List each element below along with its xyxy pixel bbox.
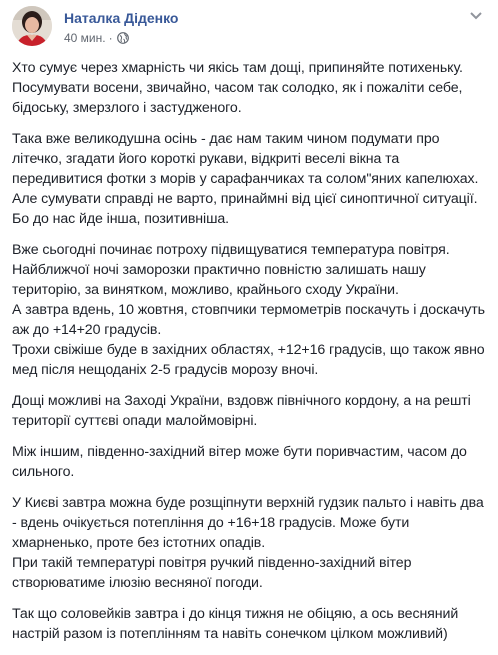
paragraph: Вже сьогодні починає потроху підвищувати… [12,240,486,380]
text-line: Посумувати восени, звичайно, часом так с… [12,80,463,96]
text-line: Бо до нас йде інша, позитивніша. [12,211,229,227]
text-line: Але сумувати справді не варто, принаймні… [12,191,478,207]
text-line: створюватиме ілюзію весняної погоди. [12,575,263,591]
text-line: хмарненько, проте без істотних опадів. [12,535,266,551]
paragraph: У Києві завтра можна буде розщіпнути вер… [12,493,486,593]
text-line: Так що соловейків завтра і до кінця тижн… [12,606,459,622]
text-line: Вже сьогодні починає потроху підвищувати… [12,242,450,258]
text-line: території суттєві опади малоймовірні. [12,413,258,429]
text-line: Між іншим, південно-західний вітер може … [12,444,467,460]
text-line: А завтра вдень, 10 жовтня, стовпчики тер… [12,302,485,318]
post-timestamp[interactable]: 40 мин. [64,31,106,45]
profile-photo [12,6,52,46]
paragraph: Дощі можливі на Заході України, вздовж п… [12,391,486,431]
avatar[interactable] [12,6,52,46]
author-name[interactable]: Наталка Діденко [64,10,178,26]
text-line: настрій разом із потеплінням та навіть с… [12,626,448,642]
text-line: сильного. [12,464,75,480]
text-line: Така вже великодушна осінь - дає нам так… [12,131,440,147]
text-line: При такій температурі повітря ручкий пів… [12,555,412,571]
globe-icon[interactable] [116,32,129,47]
paragraph: Між іншим, південно-західний вітер може … [12,442,486,482]
text-line: бідоську, змерзлого і застудженого. [12,100,242,116]
post-meta: 40 мин. · [64,31,129,47]
text-line: Дощі можливі на Заході України, вздовж п… [12,393,471,409]
text-line: У Києві завтра можна буде розщіпнути вер… [12,495,484,511]
text-line: територію, за винятком, можливо, крайньо… [12,282,399,298]
text-line: літечко, згадати його короткі рукави, ві… [12,151,400,167]
chevron-down-icon[interactable] [466,6,486,26]
text-line: аж до +14+20 градусів. [12,322,162,338]
text-line: мед після нещоданіх 2-5 градусів морозу … [12,362,319,378]
post-header: Наталка Діденко 40 мин. · [12,6,486,46]
text-line: передивитися фотки з морів у сарафанчика… [12,171,479,187]
post-text: Хто сумує через хмарність чи якісь там д… [12,58,486,655]
text-line: Хто сумує через хмарність чи якісь там д… [12,60,463,76]
text-line: Найближчої ночі заморозки практично повн… [12,262,426,278]
text-line: - вдень очікується потепління до +16+18 … [12,515,410,531]
paragraph: Так що соловейків завтра і до кінця тижн… [12,604,486,644]
facebook-post: Наталка Діденко 40 мин. · Хто сумує через… [0,0,498,642]
meta-separator: · [108,31,113,45]
text-line: Трохи свіжіше буде в західних областях, … [12,342,485,358]
paragraph: Хто сумує через хмарність чи якісь там д… [12,58,486,118]
paragraph: Така вже великодушна осінь - дає нам так… [12,129,486,229]
